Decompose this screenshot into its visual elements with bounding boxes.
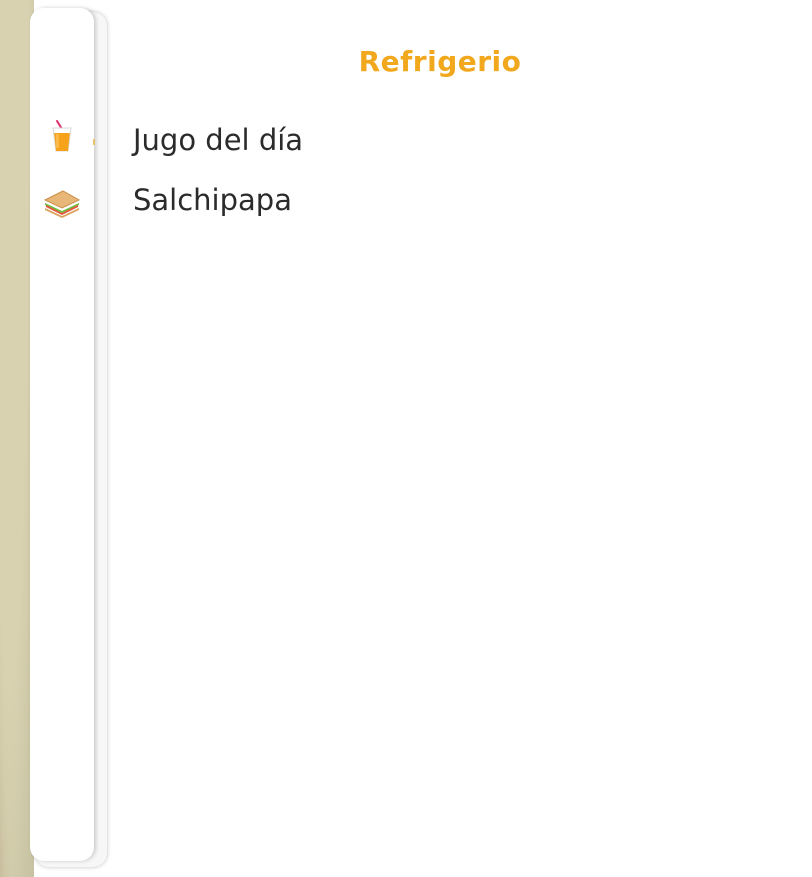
menu-item-salchipapa[interactable]: Salchipapa — [133, 178, 303, 238]
sandwich-icon[interactable] — [42, 183, 82, 223]
juice-icon[interactable] — [42, 116, 82, 156]
section-title: Refrigerio — [358, 45, 522, 78]
menu-page: Refrigerio Jugo del día Salchipapa — [0, 0, 812, 877]
divider-tick — [93, 139, 95, 145]
menu-list: Jugo del día Salchipapa — [133, 118, 303, 238]
background-food-image — [0, 0, 34, 877]
side-panel — [30, 8, 94, 861]
menu-item-juice[interactable]: Jugo del día — [133, 118, 303, 178]
